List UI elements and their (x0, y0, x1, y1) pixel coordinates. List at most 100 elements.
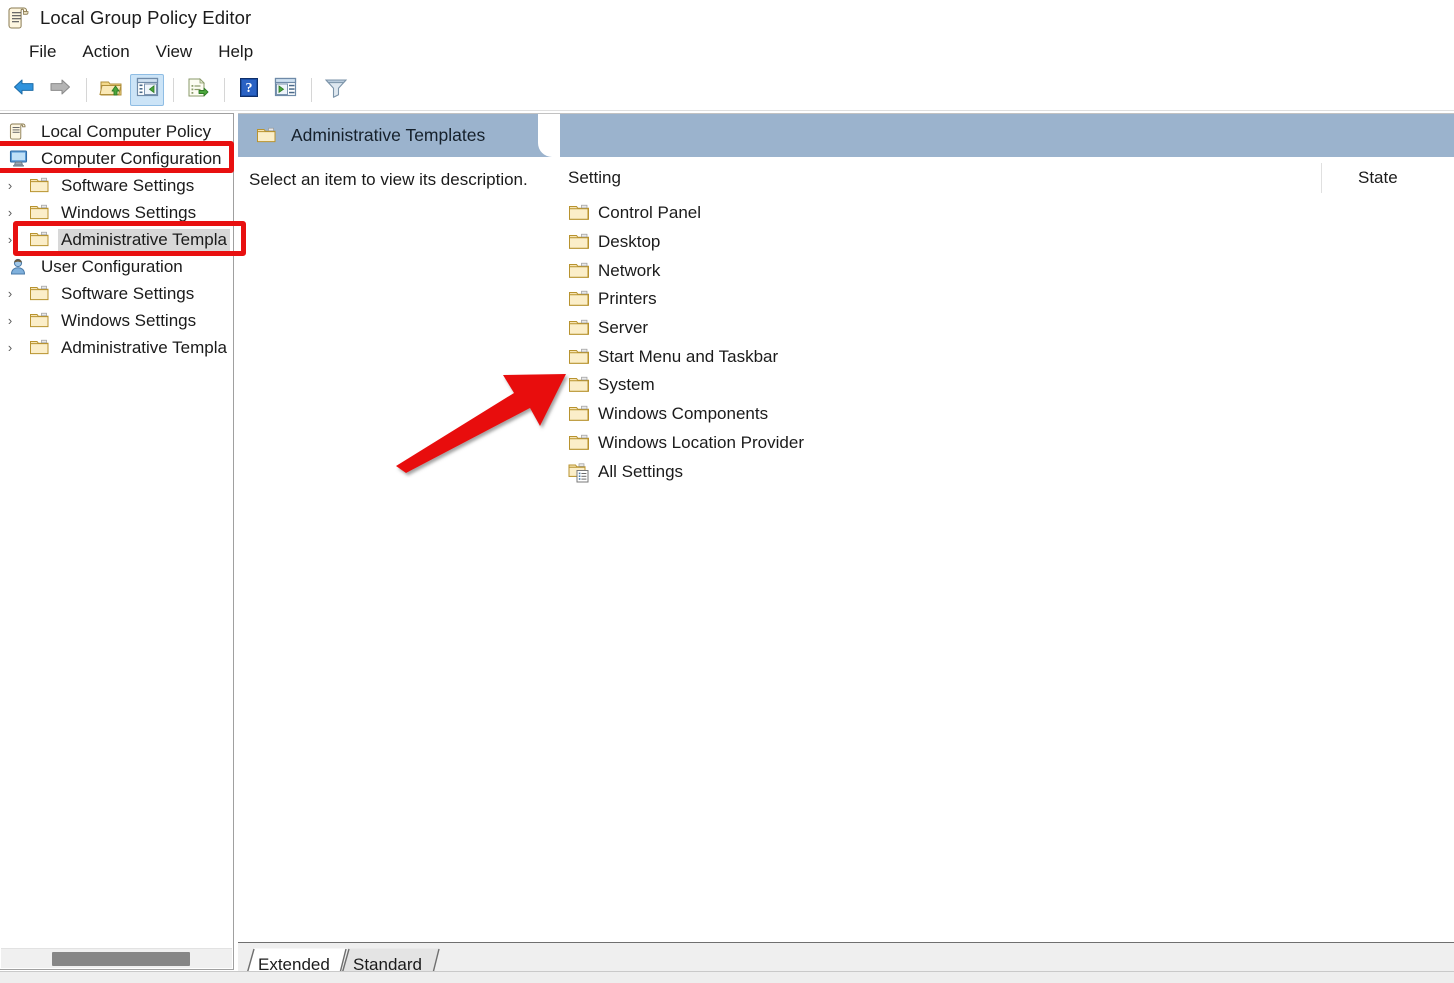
tree-item-computer-windows-settings[interactable]: › Windows Settings (0, 199, 233, 226)
window-title: Local Group Policy Editor (40, 7, 252, 28)
column-header-setting[interactable]: Setting (568, 168, 621, 188)
export-list-button[interactable] (181, 74, 215, 106)
folder-icon (29, 311, 51, 330)
chevron-right-icon[interactable]: › (1, 206, 19, 219)
properties-button[interactable] (268, 74, 302, 106)
scrollbar-thumb[interactable] (52, 952, 190, 966)
column-divider[interactable] (1321, 163, 1322, 193)
chevron-right-icon[interactable]: › (1, 179, 19, 192)
chevron-right-icon[interactable]: › (1, 314, 19, 327)
toolbar: ? (0, 69, 1454, 111)
menu-file[interactable]: File (16, 40, 69, 64)
all-settings-icon (568, 462, 592, 483)
folder-icon (568, 232, 592, 252)
tree-item-label: Windows Settings (61, 310, 197, 330)
list-item[interactable]: Desktop (560, 228, 1454, 257)
tree-item-local-computer-policy[interactable]: Local Computer Policy (0, 118, 233, 145)
folder-icon (568, 203, 592, 223)
up-folder-icon (99, 77, 123, 103)
list-item[interactable]: All Settings (560, 457, 1454, 486)
list-item-label: Windows Components (598, 404, 769, 424)
list-item-label: System (598, 375, 655, 395)
list-item-label: Start Menu and Taskbar (598, 346, 779, 366)
folder-icon (568, 261, 592, 281)
menu-view[interactable]: View (143, 40, 206, 64)
policy-scroll-icon (9, 122, 31, 141)
tree-item-label: Local Computer Policy (41, 121, 212, 141)
sidebar-horizontal-scrollbar[interactable] (1, 948, 232, 968)
list-item-label: Desktop (598, 232, 661, 252)
list-item[interactable]: Windows Location Provider (560, 429, 1454, 458)
list-item-label: Server (598, 318, 649, 338)
tree-item-label: Software Settings (61, 283, 195, 303)
folder-icon (568, 289, 592, 309)
folder-icon (568, 375, 592, 395)
pane-header: Administrative Templates (238, 114, 1454, 157)
tree-item-label: Windows Settings (61, 202, 197, 222)
filter-icon (324, 77, 348, 103)
tree-item-user-configuration[interactable]: User Configuration (0, 253, 233, 280)
user-icon (9, 257, 31, 276)
help-button[interactable]: ? (232, 74, 266, 106)
show-hide-console-tree-button[interactable] (130, 73, 164, 106)
toolbar-separator (224, 77, 225, 102)
list-item-label: Network (598, 260, 661, 280)
list-item-label: Windows Location Provider (598, 432, 804, 452)
menu-bar: File Action View Help (0, 36, 1454, 69)
folder-icon (568, 318, 592, 338)
column-header-state[interactable]: State (1358, 168, 1398, 188)
svg-text:?: ? (246, 81, 253, 96)
tree-item-computer-software-settings[interactable]: › Software Settings (0, 172, 233, 199)
list-item[interactable]: Start Menu and Taskbar (560, 342, 1454, 371)
list-item[interactable]: Windows Components (560, 400, 1454, 429)
tree-item-computer-configuration[interactable]: Computer Configuration (0, 145, 233, 172)
back-button[interactable] (7, 74, 41, 106)
back-icon (12, 77, 36, 102)
toolbar-separator (173, 77, 174, 102)
chevron-right-icon[interactable]: › (1, 287, 19, 300)
list-item[interactable]: Network (560, 256, 1454, 285)
forward-icon (48, 77, 72, 102)
tab-label: Extended (258, 955, 330, 974)
chevron-right-icon[interactable]: › (1, 233, 19, 246)
folder-icon (29, 176, 51, 195)
list-item-label: Printers (598, 289, 657, 309)
menu-action[interactable]: Action (69, 40, 142, 64)
pane-header-fold (538, 114, 560, 157)
tree-item-label: Software Settings (61, 175, 195, 195)
forward-button[interactable] (43, 74, 77, 106)
folder-icon (568, 347, 592, 367)
folder-icon (29, 203, 51, 222)
folder-icon (29, 284, 51, 303)
list-item-label: Control Panel (598, 203, 702, 223)
list-item[interactable]: Server (560, 314, 1454, 343)
list-item-label: All Settings (598, 461, 684, 481)
help-icon: ? (238, 77, 260, 103)
tree-item-label: Administrative Templa (58, 228, 230, 251)
console-tree-panel: Local Computer Policy Computer Configura… (0, 113, 234, 970)
up-one-level-button[interactable] (94, 74, 128, 106)
settings-list: Control Panel Desktop Network Printers S… (560, 199, 1454, 486)
list-column-headers: Setting State Comment (560, 157, 1454, 199)
tree-item-user-software-settings[interactable]: › Software Settings (0, 280, 233, 307)
window-footer (0, 971, 1454, 983)
computer-icon (9, 149, 31, 168)
tree-item-computer-administrative-templates[interactable]: › Administrative Templa (0, 226, 233, 253)
chevron-right-icon[interactable]: › (1, 341, 19, 354)
properties-icon (274, 77, 297, 102)
tree-item-label: Computer Configuration (41, 148, 222, 168)
description-pane: Select an item to view its description. (238, 157, 560, 943)
menu-help[interactable]: Help (205, 40, 266, 64)
export-list-icon (186, 77, 210, 103)
list-item[interactable]: Control Panel (560, 199, 1454, 228)
filter-button[interactable] (319, 74, 353, 106)
list-item[interactable]: System (560, 371, 1454, 400)
list-item[interactable]: Printers (560, 285, 1454, 314)
tree-item-user-windows-settings[interactable]: › Windows Settings (0, 307, 233, 334)
tree-item-label: Administrative Templa (61, 337, 227, 357)
pane-header-title: Administrative Templates (291, 125, 486, 145)
tree-item-user-administrative-templates[interactable]: › Administrative Templa (0, 334, 233, 361)
folder-icon (568, 404, 592, 424)
tree-item-label: User Configuration (41, 256, 183, 276)
show-hide-tree-icon (136, 77, 159, 102)
